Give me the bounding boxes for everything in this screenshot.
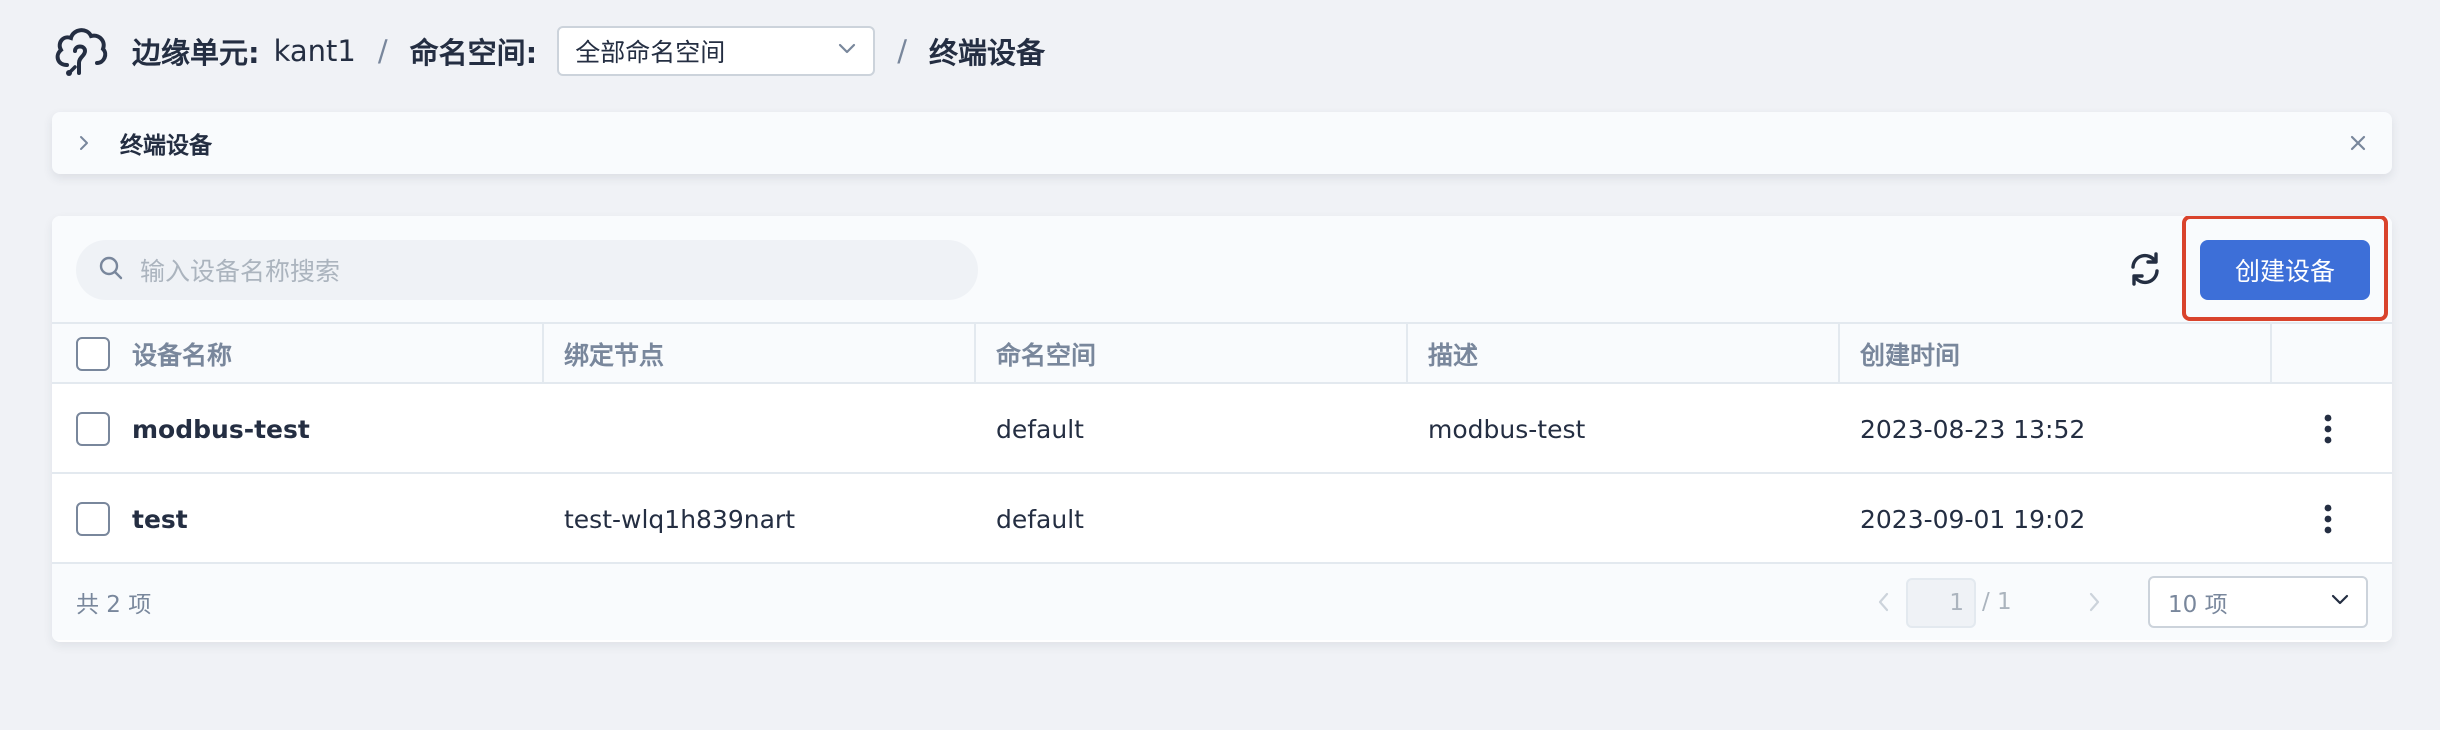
total-count: 共 2 项 <box>76 592 152 618</box>
row-checkbox[interactable] <box>76 502 110 536</box>
page-banner: 终端设备 <box>52 112 2392 174</box>
page-total: / 1 <box>1982 589 2012 615</box>
page-number-input[interactable]: 1 <box>1906 578 1976 628</box>
chevron-right-icon[interactable] <box>74 133 94 153</box>
table-row[interactable]: modbus-test default modbus-test 2023-08-… <box>52 384 2392 474</box>
chevron-down-icon <box>835 36 859 66</box>
cloud-logo-icon <box>50 20 112 82</box>
device-namespace: default <box>996 414 1084 444</box>
chevron-left-icon[interactable] <box>1868 586 1900 618</box>
more-actions-icon[interactable] <box>2310 411 2346 447</box>
page-title: 终端设备 <box>929 36 1046 70</box>
column-divider <box>2270 324 2272 384</box>
device-created-time: 2023-09-01 19:02 <box>1860 504 2086 534</box>
column-divider <box>1838 324 1840 384</box>
namespace-label: 命名空间: <box>409 36 538 70</box>
column-divider <box>542 324 544 384</box>
namespace-select[interactable]: 全部命名空间 <box>557 26 876 76</box>
edge-unit-label: 边缘单元: <box>132 36 260 70</box>
column-header-created[interactable]: 创建时间 <box>1860 324 1960 384</box>
refresh-icon[interactable] <box>2124 248 2166 290</box>
close-icon[interactable] <box>2346 131 2370 155</box>
breadcrumb: 边缘单元: kant1 / 命名空间: 全部命名空间 / 终端设备 <box>50 20 1045 82</box>
table-row[interactable]: test test-wlq1h839nart default 2023-09-0… <box>52 474 2392 564</box>
more-actions-icon[interactable] <box>2310 501 2346 537</box>
device-created-time: 2023-08-23 13:52 <box>1860 414 2086 444</box>
page-size-value: 10 项 <box>2168 592 2228 618</box>
select-all-checkbox[interactable] <box>76 337 110 371</box>
device-node: test-wlq1h839nart <box>564 504 796 534</box>
device-namespace: default <box>996 504 1084 534</box>
column-header-description[interactable]: 描述 <box>1428 324 1478 384</box>
device-name[interactable]: modbus-test <box>132 384 310 474</box>
namespace-select-value: 全部命名空间 <box>575 38 726 67</box>
column-header-node[interactable]: 绑定节点 <box>564 324 664 384</box>
device-name[interactable]: test <box>132 474 188 564</box>
column-header-name[interactable]: 设备名称 <box>132 324 232 384</box>
breadcrumb-separator: / <box>377 34 388 68</box>
search-input[interactable]: 输入设备名称搜索 <box>76 240 978 300</box>
search-icon <box>98 255 124 285</box>
column-divider <box>974 324 976 384</box>
table-header: 设备名称 绑定节点 命名空间 描述 创建时间 <box>52 324 2392 384</box>
page-size-select[interactable]: 10 项 <box>2148 576 2368 628</box>
device-description: modbus-test <box>1428 414 1586 444</box>
device-table-panel: 输入设备名称搜索 创建设备 设备名称 绑定节点 命名空间 描述 创建时间 mod… <box>52 216 2392 642</box>
row-checkbox[interactable] <box>76 412 110 446</box>
chevron-right-icon[interactable] <box>2078 586 2110 618</box>
search-placeholder: 输入设备名称搜索 <box>140 257 341 286</box>
edge-unit-value[interactable]: kant1 <box>274 34 356 68</box>
table-toolbar: 输入设备名称搜索 创建设备 <box>52 216 2392 324</box>
chevron-down-icon <box>2328 587 2352 617</box>
banner-title: 终端设备 <box>120 133 212 159</box>
table-footer: 共 2 项 1 / 1 10 项 <box>52 564 2392 640</box>
column-header-namespace[interactable]: 命名空间 <box>996 324 1096 384</box>
create-device-button[interactable]: 创建设备 <box>2200 240 2370 300</box>
column-divider <box>1406 324 1408 384</box>
breadcrumb-separator: / <box>897 34 908 68</box>
